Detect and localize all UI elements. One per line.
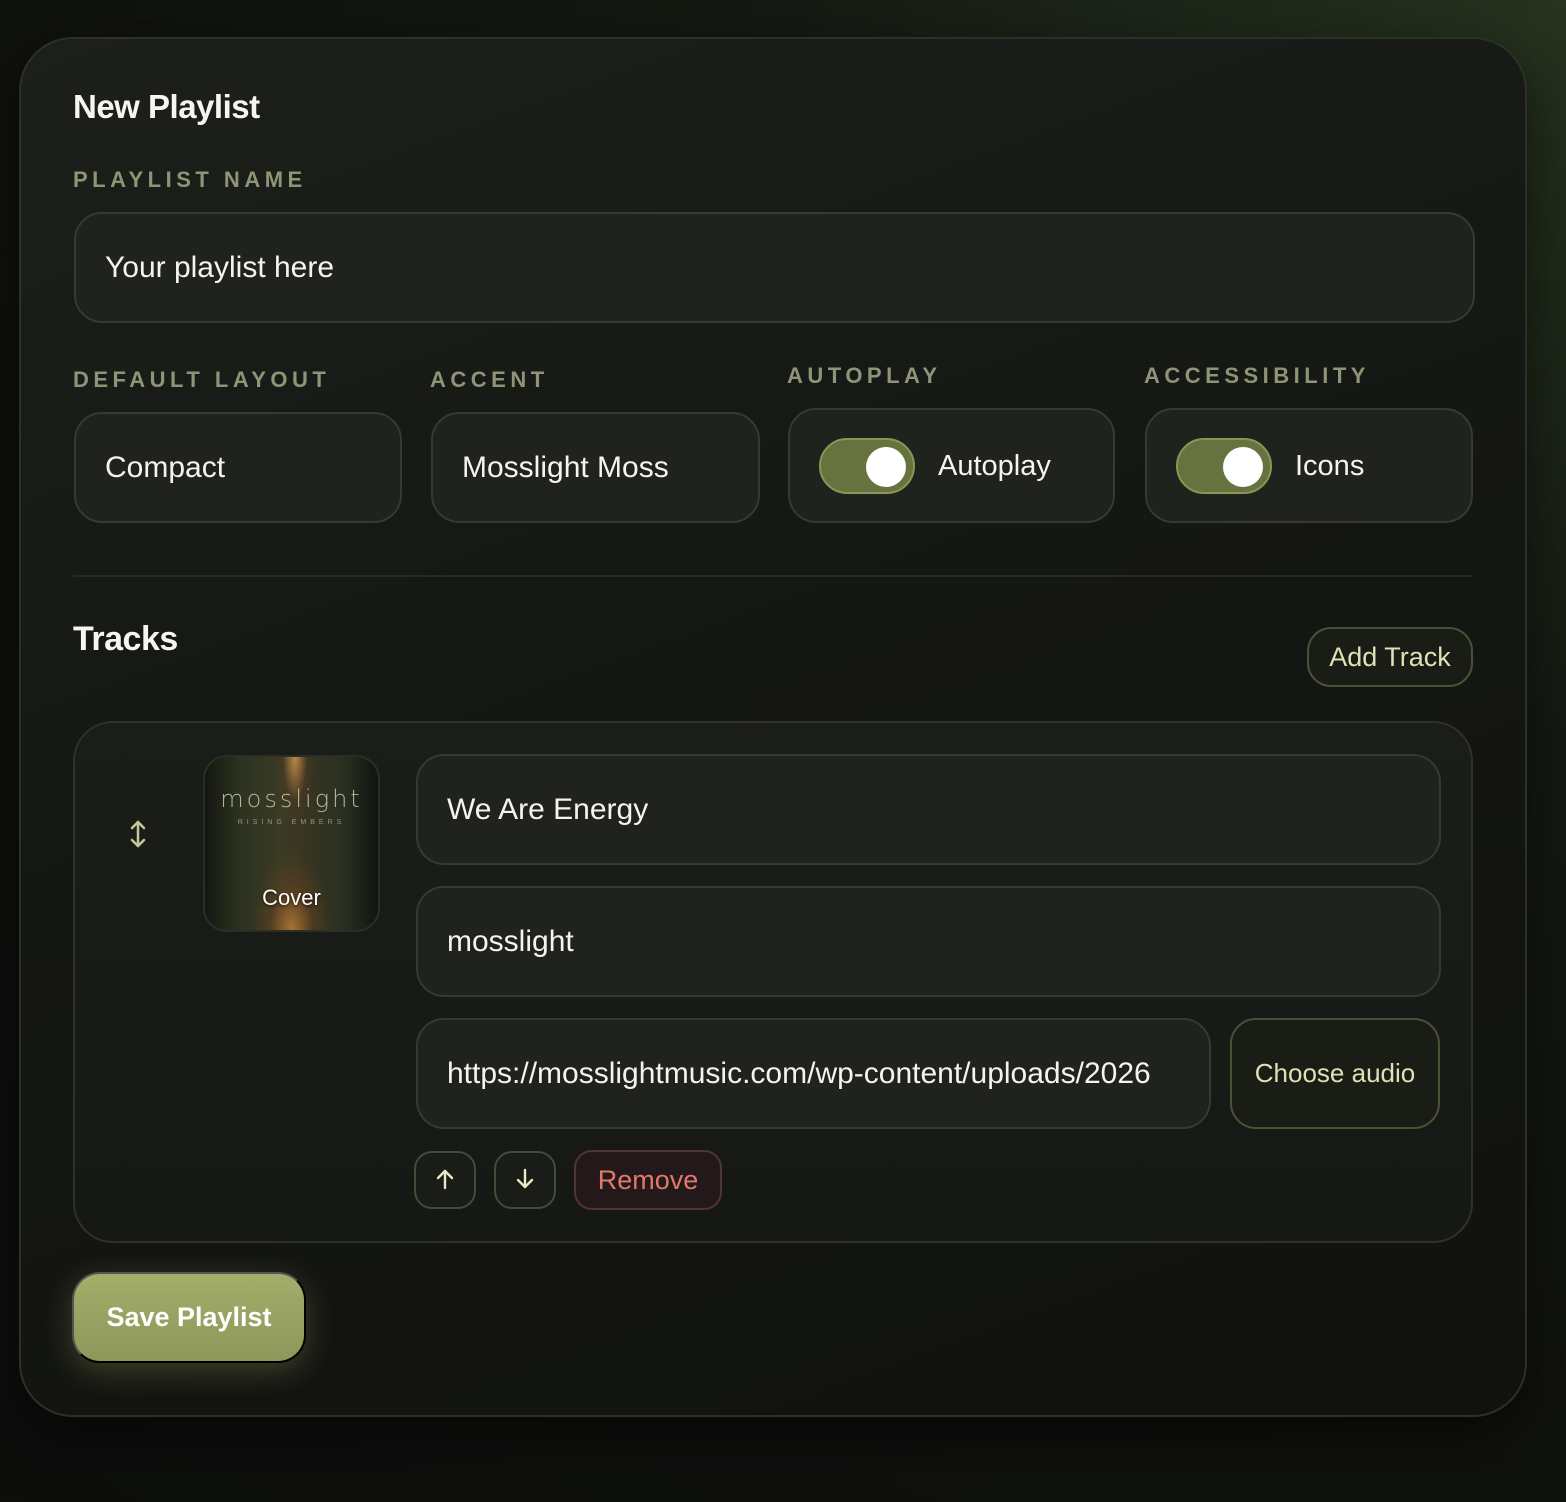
accessibility-toggle-box: Icons bbox=[1145, 408, 1473, 523]
autoplay-toggle-box: Autoplay bbox=[788, 408, 1115, 523]
track-cover-button[interactable]: mosslight RISING EMBERS Cover bbox=[203, 755, 380, 932]
accent-label: ACCENT bbox=[430, 367, 549, 392]
arrow-down-icon bbox=[514, 1167, 536, 1194]
playlist-name-input[interactable]: Your playlist here bbox=[74, 212, 1475, 323]
audio-url-input[interactable]: https://mosslightmusic.com/wp-content/up… bbox=[416, 1018, 1211, 1129]
playlist-name-label: PLAYLIST NAME bbox=[73, 167, 307, 192]
accessibility-label: ACCESSIBILITY bbox=[1144, 363, 1370, 388]
move-up-button[interactable] bbox=[414, 1151, 476, 1209]
page-title: New Playlist bbox=[73, 88, 260, 125]
toggle-knob bbox=[866, 447, 906, 487]
tracks-title: Tracks bbox=[73, 620, 178, 658]
drag-handle-icon[interactable] bbox=[125, 818, 151, 850]
move-down-button[interactable] bbox=[494, 1151, 556, 1209]
remove-track-button[interactable]: Remove bbox=[574, 1150, 722, 1210]
cover-label: Cover bbox=[262, 885, 321, 910]
audio-url-value: https://mosslightmusic.com/wp-content/up… bbox=[447, 1056, 1151, 1090]
add-track-button[interactable]: Add Track bbox=[1307, 627, 1473, 687]
track-title-input[interactable]: We Are Energy bbox=[416, 754, 1441, 865]
accent-value: Mosslight Moss bbox=[462, 450, 669, 484]
autoplay-toggle-text: Autoplay bbox=[938, 450, 1051, 482]
track-title-value: We Are Energy bbox=[447, 792, 649, 826]
icons-toggle-text: Icons bbox=[1295, 450, 1365, 482]
default-layout-value: Compact bbox=[105, 450, 226, 484]
track-artist-value: mosslight bbox=[447, 924, 574, 958]
toggle-knob bbox=[1223, 447, 1263, 487]
save-playlist-button[interactable]: Save Playlist bbox=[72, 1272, 306, 1363]
cover-art-brand: mosslight bbox=[220, 785, 363, 813]
default-layout-label: DEFAULT LAYOUT bbox=[73, 367, 331, 392]
default-layout-select[interactable]: Compact bbox=[74, 412, 402, 523]
icons-toggle[interactable] bbox=[1176, 438, 1272, 494]
accent-select[interactable]: Mosslight Moss bbox=[431, 412, 760, 523]
section-divider bbox=[73, 575, 1473, 577]
playlist-name-value: Your playlist here bbox=[105, 250, 335, 284]
cover-art-subtitle: RISING EMBERS bbox=[237, 819, 346, 826]
track-artist-input[interactable]: mosslight bbox=[416, 886, 1441, 997]
choose-audio-button[interactable]: Choose audio bbox=[1230, 1018, 1440, 1129]
arrow-up-icon bbox=[434, 1167, 456, 1194]
autoplay-toggle[interactable] bbox=[819, 438, 915, 494]
autoplay-label: AUTOPLAY bbox=[787, 363, 942, 388]
